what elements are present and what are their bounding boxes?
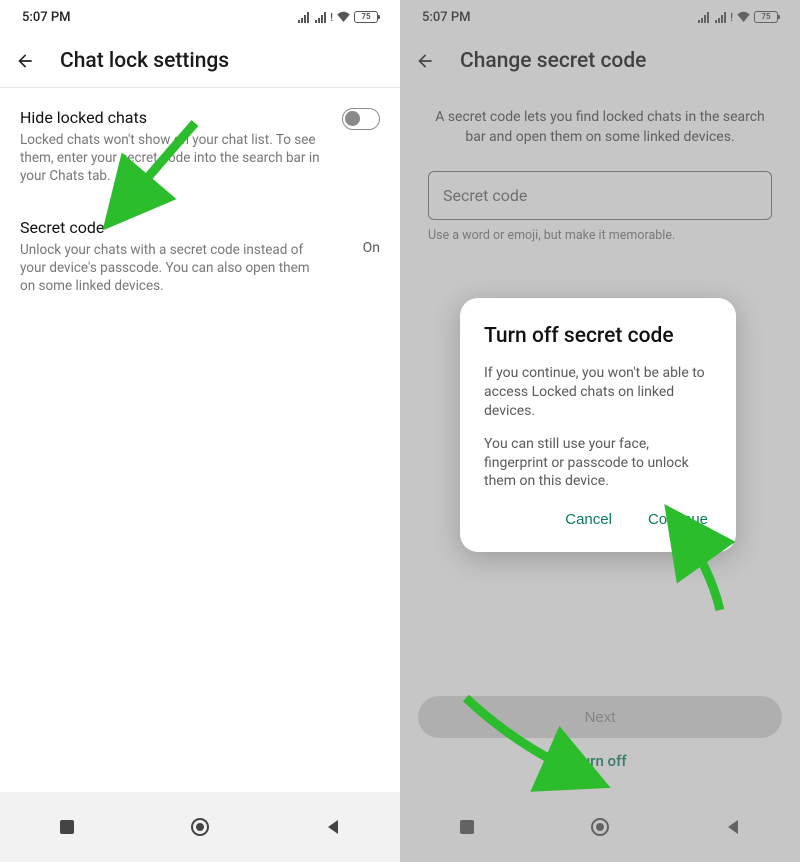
row-title: Hide locked chats — [20, 108, 326, 127]
screen-chat-lock-settings: 5:07 PM ! 75 Chat lock settings Hide loc… — [0, 0, 400, 862]
header: Chat lock settings — [0, 34, 400, 88]
wifi-icon — [336, 11, 351, 23]
cancel-button[interactable]: Cancel — [561, 505, 616, 534]
row-desc: Unlock your chats with a secret code ins… — [20, 241, 326, 296]
nav-recent-icon[interactable] — [56, 816, 78, 838]
battery-icon: 75 — [354, 11, 378, 23]
nav-back-icon[interactable] — [322, 816, 344, 838]
nav-home-icon[interactable] — [189, 816, 211, 838]
settings-content: Hide locked chats Locked chats won't sho… — [0, 88, 400, 862]
status-time: 5:07 PM — [22, 10, 71, 25]
continue-button[interactable]: Continue — [644, 505, 712, 534]
status-bar: 5:07 PM ! 75 — [0, 0, 400, 34]
page-title: Chat lock settings — [60, 49, 229, 73]
turn-off-dialog: Turn off secret code If you continue, yo… — [460, 298, 736, 552]
system-nav-bar — [0, 792, 400, 862]
screen-change-secret-code: 5:07 PM ! 75 Change secret code A secret… — [400, 0, 800, 862]
row-secret-code[interactable]: Secret code Unlock your chats with a sec… — [20, 208, 380, 306]
signal-alert-icon: ! — [330, 11, 333, 24]
secret-code-value: On — [363, 240, 380, 256]
dialog-title: Turn off secret code — [484, 324, 712, 348]
signal-1-icon — [298, 11, 309, 23]
signal-2-icon — [315, 11, 326, 23]
dialog-body-2: You can still use your face, fingerprint… — [484, 435, 712, 492]
hide-locked-chats-toggle[interactable] — [342, 108, 380, 130]
row-desc: Locked chats won't show on your chat lis… — [20, 131, 326, 186]
back-button[interactable] — [14, 50, 36, 72]
dialog-body-1: If you continue, you won't be able to ac… — [484, 364, 712, 421]
row-hide-locked-chats[interactable]: Hide locked chats Locked chats won't sho… — [20, 98, 380, 196]
row-title: Secret code — [20, 218, 326, 237]
status-icons: ! 75 — [298, 11, 378, 24]
